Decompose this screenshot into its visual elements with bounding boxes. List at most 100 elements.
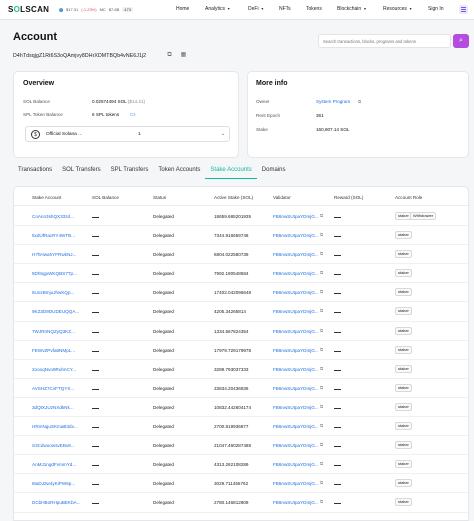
nav-defi[interactable]: DeFi ▼ (248, 6, 264, 12)
status-text: Delegated (153, 385, 174, 391)
copy-icon[interactable]: ⧉ (358, 99, 361, 104)
stake-account-link[interactable]: 9KZ3D9DUDEUQQA... (32, 309, 79, 314)
validator-link[interactable]: FB6nwSUtpaYDmjG... (273, 462, 319, 467)
reward-empty (334, 484, 341, 486)
copy-icon[interactable]: ⧉ (320, 461, 323, 466)
stake-account-link[interactable]: HRmNguSKmaB3dx... (32, 424, 78, 429)
copy-icon[interactable]: ⧉ (320, 423, 323, 428)
nav-analytics[interactable]: Analytics ▼ (205, 6, 230, 12)
stake-account-link[interactable]: S3CdwoowsvEBv8... (32, 443, 75, 448)
validator-link[interactable]: FB6nwSUtpaYDmjG... (273, 252, 319, 257)
stake-account-link[interactable]: H7hHwahYFRwkNJ... (32, 252, 76, 257)
tab-token-accounts[interactable]: Token Accounts (153, 163, 205, 179)
status-text: Delegated (153, 481, 174, 487)
nav-sign-in-label: Sign In (428, 6, 444, 12)
stake-account-link[interactable]: AnMJ1ngdFvmmYd... (32, 462, 76, 467)
stake-account-link[interactable]: 6taDJ2w4yKiPW6p... (32, 481, 75, 486)
reward-empty (334, 446, 341, 448)
nav-home[interactable]: Home (176, 6, 189, 12)
nav-tokens[interactable]: Tokens (306, 6, 322, 12)
active-stake-value: 3029.711455762 (214, 481, 249, 487)
validator-link[interactable]: FB6nwSUtpaYDmjG... (273, 481, 319, 486)
stake-account-link[interactable]: 3dQtXJUzNXdkNk... (32, 405, 74, 410)
stake-account-link[interactable]: DCbHBoRHpuBEKbA... (32, 500, 81, 505)
reward-empty (334, 274, 341, 276)
menu-icon[interactable] (459, 5, 468, 14)
validator-link[interactable]: FB6nwSUtpaYDmjG... (273, 290, 319, 295)
stake-account-link[interactable]: 7WJRnNQZyQ3KZ... (32, 329, 75, 334)
nav-blockchain-label: Blockchain (337, 6, 362, 12)
copy-icon[interactable]: ⧉ (320, 480, 323, 485)
copy-icon[interactable]: ⧉ (320, 404, 323, 409)
account-role-badge: staker (395, 345, 412, 354)
reward-empty (334, 503, 341, 505)
stake-account-link[interactable]: 2oooqNvo9RuhnCY... (32, 367, 76, 372)
account-role-badge: staker (395, 441, 412, 450)
sol-price-ticker: $17.31 (-1.23%) MC $7.8B 473 (59, 7, 133, 12)
table-row: AVSHZ7CvFTQYX... Delegated 33834.20436836 F… (14, 379, 468, 398)
tab-domains[interactable]: Domains (257, 163, 291, 179)
validator-link[interactable]: FB6nwSUtpaYDmjG... (273, 443, 319, 448)
copy-icon[interactable]: ⧉ (166, 52, 173, 59)
copy-icon[interactable]: ⧉ (320, 385, 323, 390)
stake-account-link[interactable]: FEWvZPvfa6NMpL... (32, 348, 75, 353)
stake-account-link[interactable]: 5Dh5gpWKQBS7Tp... (32, 271, 77, 276)
copy-icon[interactable]: ⧉ (320, 308, 323, 313)
tab-sol-transfers[interactable]: SOL Transfers (57, 163, 105, 179)
copy-icon[interactable]: ⧉ (320, 366, 323, 371)
validator-link[interactable]: FB6nwSUtpaYDmjG... (273, 271, 319, 276)
copy-icon[interactable]: ⧉ (320, 232, 323, 237)
validator-link[interactable]: FB6nwSUtpaYDmjG... (273, 500, 319, 505)
rent-epoch-label: Rent Epoch (256, 113, 281, 118)
validator-link[interactable]: FB6nwSUtpaYDmjG... (273, 329, 319, 334)
tab-transactions[interactable]: Transactions (13, 163, 57, 179)
copy-icon[interactable]: ⧉ (320, 213, 323, 218)
stake-account-link[interactable]: 5xdUfRacRY4WTB... (32, 233, 75, 238)
status-text: Delegated (153, 214, 174, 219)
chevron-down-icon: ▼ (227, 7, 231, 11)
qr-code-icon[interactable]: ▦ (180, 52, 187, 59)
validator-link[interactable]: FB6nwSUtpaYDmjG... (273, 405, 319, 410)
reward-empty (334, 427, 341, 429)
validator-link[interactable]: FB6nwSUtpaYDmjG... (273, 214, 319, 219)
copy-icon[interactable]: ⧉ (320, 347, 323, 352)
tab-stake-accounts[interactable]: Stake Accounts (205, 163, 257, 179)
table-row: CoAnn3shQX33zd... Delegated 18659.68520193… (14, 207, 468, 227)
stake-account-link[interactable]: 5UozBmjuJhwKQp... (32, 290, 74, 295)
copy-icon[interactable]: ⧉ (320, 328, 323, 333)
nav-blockchain[interactable]: Blockchain ▼ (337, 6, 367, 12)
stake-account-link[interactable]: AVSHZ7CvFTQYX... (32, 386, 74, 391)
validator-link[interactable]: FB6nwSUtpaYDmjG... (273, 386, 319, 391)
sol-balance-empty (92, 255, 99, 257)
copy-icon[interactable]: ⧉ (320, 289, 323, 294)
table-row: 5Dh5gpWKQBS7Tp... Delegated 7992.190548584… (14, 264, 468, 284)
sol-balance-empty (92, 331, 99, 333)
stake-account-link[interactable]: CoAnn3shQX33zd... (32, 214, 74, 219)
tab-spl-transfers[interactable]: SPL Transfers (106, 163, 154, 179)
nav-resources-label: Resources (383, 6, 407, 12)
validator-link[interactable]: FB6nwSUtpaYDmjG... (273, 233, 319, 238)
sol-balance-empty (92, 503, 99, 505)
validator-link[interactable]: FB6nwSUtpaYDmjG... (273, 309, 319, 314)
owner-link[interactable]: System Program (316, 99, 350, 104)
nav-sign-in[interactable]: Sign In (428, 6, 444, 12)
validator-link[interactable]: FB6nwSUtpaYDmjG... (273, 348, 319, 353)
reward-empty (334, 331, 341, 333)
table-row: DCbHBoRHpuBEKbA... Delegated 2780.14681280… (14, 493, 468, 513)
wallet-icon[interactable]: ▭ (130, 111, 136, 118)
search-button[interactable]: ⌕ (453, 34, 469, 48)
sol-balance-label: SOL Balance (23, 99, 50, 104)
token-select-dropdown[interactable]: $ Official Solana ... 1 ⌄ (25, 126, 230, 142)
solscan-logo[interactable]: SOLSCAN (8, 5, 49, 14)
search-input[interactable] (318, 34, 451, 48)
reward-empty (334, 465, 341, 467)
copy-icon[interactable]: ⧉ (320, 270, 323, 275)
copy-icon[interactable]: ⧉ (320, 251, 323, 256)
validator-link[interactable]: FB6nwSUtpaYDmjG... (273, 424, 319, 429)
copy-icon[interactable]: ⧉ (320, 442, 323, 447)
nav-nfts[interactable]: NFTs (279, 6, 291, 12)
copy-icon[interactable]: ⧉ (320, 499, 323, 504)
nav-resources[interactable]: Resources ▼ (383, 6, 412, 12)
active-stake-value: 17979.729179978 (214, 347, 252, 353)
validator-link[interactable]: FB6nwSUtpaYDmjG... (273, 367, 319, 372)
